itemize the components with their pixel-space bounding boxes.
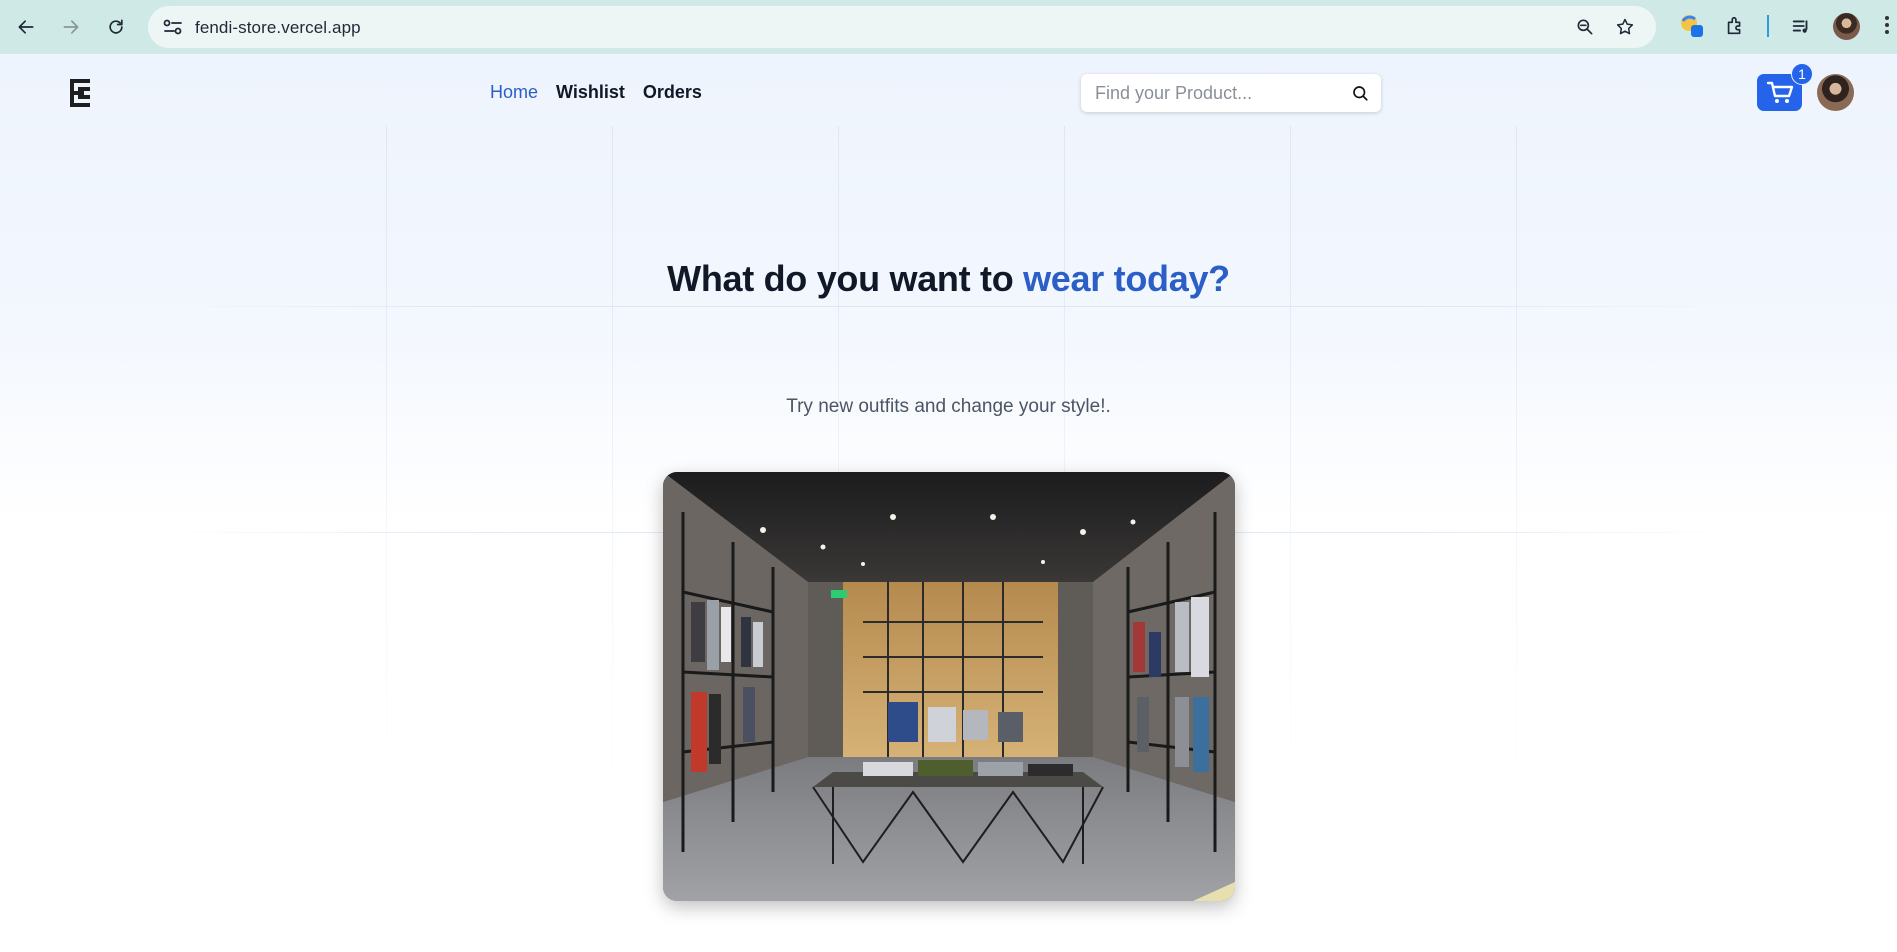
user-avatar[interactable] — [1817, 74, 1854, 111]
search-input[interactable] — [1095, 82, 1335, 104]
back-button[interactable] — [9, 10, 43, 44]
nav-home[interactable]: Home — [490, 82, 538, 103]
url-text[interactable]: fendi-store.vercel.app — [195, 18, 361, 38]
hero-subtitle: Try new outfits and change your style!. — [786, 396, 1111, 417]
forward-button[interactable] — [54, 10, 88, 44]
reload-icon — [109, 19, 123, 34]
media-controls-icon[interactable] — [1788, 13, 1814, 39]
cart-icon — [1766, 81, 1793, 103]
hero-store-image — [663, 472, 1235, 901]
extensions-puzzle-icon[interactable] — [1722, 13, 1748, 39]
hero-title: What do you want to wear today? — [0, 258, 1897, 300]
extension-colorful-icon[interactable] — [1679, 13, 1705, 39]
arrow-right-icon — [63, 20, 79, 34]
nav-orders[interactable]: Orders — [643, 82, 702, 103]
main-navigation: Home Wishlist Orders — [490, 82, 702, 103]
toolbar-divider — [1767, 15, 1769, 37]
address-bar[interactable]: fendi-store.vercel.app — [148, 6, 1656, 48]
store-interior-illustration — [663, 472, 1235, 901]
hero-title-accent: wear today? — [1023, 258, 1230, 299]
nav-wishlist[interactable]: Wishlist — [556, 82, 625, 103]
browser-profile-avatar[interactable] — [1833, 13, 1860, 40]
browser-toolbar: fendi-store.vercel.app — [0, 0, 1897, 54]
reload-button[interactable] — [99, 10, 133, 44]
product-search — [1081, 74, 1381, 112]
hero-title-main: What do you want to — [667, 258, 1024, 299]
site-settings-icon[interactable] — [162, 17, 184, 37]
search-icon[interactable] — [1351, 84, 1369, 102]
page: Home Wishlist Orders 1 What do you want … — [0, 54, 1897, 952]
fendi-logo-icon[interactable] — [68, 77, 92, 109]
browser-menu-icon[interactable] — [1884, 14, 1890, 38]
cart-count-badge: 1 — [1791, 63, 1813, 85]
bookmark-star-icon[interactable] — [1615, 17, 1635, 37]
zoom-icon[interactable] — [1575, 17, 1595, 37]
arrow-left-icon — [18, 20, 34, 34]
